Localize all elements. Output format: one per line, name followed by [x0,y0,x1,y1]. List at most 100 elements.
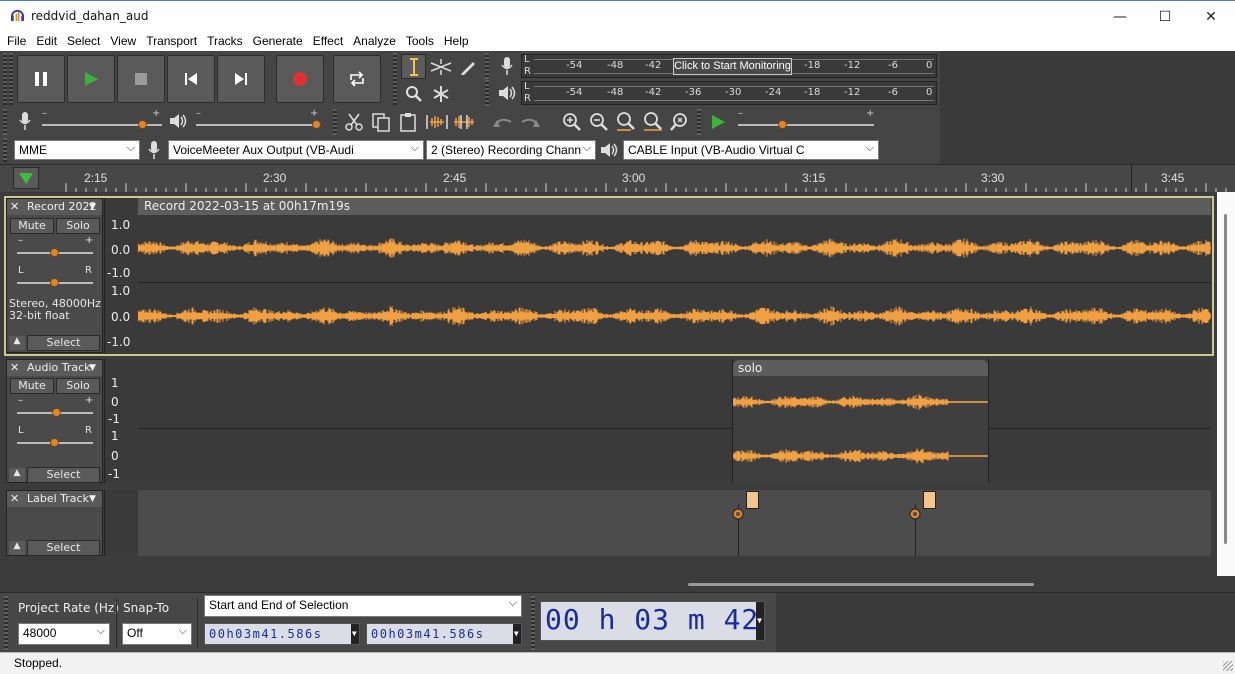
label-marker-icon[interactable] [731,506,745,522]
paste-button[interactable] [395,109,420,134]
collapse-track-icon[interactable]: ▲ [9,468,25,482]
close-button[interactable]: ✕ [1188,1,1234,32]
record-track-name-button[interactable]: Record 2022 ✕ ▼ [7,199,102,215]
stop-button[interactable] [117,55,165,103]
silence-button[interactable] [451,109,476,134]
chevron-down-icon[interactable]: ▼ [351,624,359,644]
edit-grip[interactable] [333,109,337,135]
undo-button[interactable] [490,109,515,134]
play-button[interactable] [67,55,115,103]
playback-device-select[interactable]: CABLE Input (VB-Audio Virtual C ⌵ [623,140,879,160]
draw-tool-button[interactable] [455,54,480,79]
label-text-box[interactable] [746,491,759,509]
label-text-box[interactable] [923,491,936,509]
zoom-toggle-button[interactable] [667,109,692,134]
play-at-speed-button[interactable] [705,109,730,134]
recording-meter[interactable]: L R -54 -48 -42 -18 -12 -6 0 Click to St… [521,54,937,78]
label-track-area[interactable] [138,490,1211,556]
selection-mode-select[interactable]: Start and End of Selection ⌵ [204,595,522,617]
menu-edit[interactable]: Edit [31,34,62,48]
trim-button[interactable] [424,109,449,134]
selection-grip[interactable] [4,596,8,650]
horizontal-scroll-thumb[interactable] [688,583,1034,586]
play-meter-button[interactable] [494,80,519,105]
selection-end-time[interactable]: 00h03m41.586s ▼ [366,623,522,645]
tools-grip[interactable] [393,53,397,105]
zoom-out-button[interactable] [586,109,611,134]
selection-tool-button[interactable] [401,54,426,79]
rec-meter-grip[interactable] [485,53,489,79]
skip-to-start-button[interactable] [167,55,215,103]
collapse-track-icon[interactable]: ▲ [9,541,25,555]
minimize-button[interactable]: — [1097,1,1143,32]
click-to-start-monitoring[interactable]: Click to Start Monitoring [673,58,792,75]
audio-select-button[interactable]: Select [27,467,100,483]
fit-selection-button[interactable] [613,109,638,134]
fit-project-button[interactable] [640,109,665,134]
track-menu-icon[interactable]: ▼ [89,199,96,215]
audio-track-name-button[interactable]: Audio Track ✕ ▼ [7,360,102,376]
copy-button[interactable] [368,109,393,134]
playback-volume-slider[interactable]: – + [196,108,321,129]
time-toolbar-grip[interactable] [531,596,535,650]
selection-start-time[interactable]: 00h03m41.586s ▼ [204,623,360,645]
resize-grip-icon[interactable] [1223,661,1233,671]
recording-volume-slider[interactable]: – + [42,108,162,129]
label-select-button[interactable]: Select [27,540,100,556]
chevron-down-icon[interactable]: ▼ [756,602,764,640]
pause-button[interactable] [17,55,65,103]
playback-meter[interactable]: L R -54 -48 -42 -36 -30 -24 -18 -12 -6 0 [521,81,937,105]
vertical-scroll-thumb[interactable] [1224,214,1227,544]
track-menu-icon[interactable]: ▼ [89,360,96,376]
zoom-tool-button[interactable] [401,81,426,106]
track-menu-icon[interactable]: ▼ [89,491,96,507]
label-track-name-button[interactable]: Label Track ✕ ▼ [7,491,102,507]
zoom-in-button[interactable] [559,109,584,134]
project-rate-select[interactable]: 48000 ⌵ [18,623,110,645]
vertical-scrollbar[interactable] [1217,192,1235,576]
play-meter-grip[interactable] [485,80,489,106]
record-select-button[interactable]: Select [27,335,100,351]
multi-tool-button[interactable] [428,81,453,106]
close-track-icon[interactable]: ✕ [10,199,19,215]
record-mute-button[interactable]: Mute [10,218,54,234]
device-grip[interactable] [3,138,7,162]
rec-meter-button[interactable] [494,53,519,78]
collapse-track-icon[interactable]: ▲ [9,336,25,350]
mixer-grip[interactable] [3,109,7,135]
record-clip-title[interactable]: Record 2022-03-15 at 00h17m19s [138,198,1211,215]
recording-channels-select[interactable]: 2 (Stereo) Recording Chann ⌵ [426,140,596,160]
audio-mute-button[interactable]: Mute [10,378,54,394]
record-clip[interactable]: Record 2022-03-15 at 00h17m19s [138,198,1211,353]
audio-track-area[interactable]: solo [138,359,1211,483]
menu-analyze[interactable]: Analyze [348,34,401,48]
audio-solo-button[interactable]: Solo [56,378,100,394]
playback-speed-knob[interactable] [778,120,787,129]
maximize-button[interactable]: ☐ [1142,1,1188,32]
record-pan-slider[interactable] [50,278,59,287]
menu-generate[interactable]: Generate [248,34,308,48]
audio-host-select[interactable]: MME ⌵ [14,140,140,160]
menu-transport[interactable]: Transport [141,34,202,48]
chevron-down-icon[interactable]: ▼ [513,624,521,644]
audio-pan-slider[interactable] [50,438,59,447]
menu-view[interactable]: View [105,34,141,48]
menu-effect[interactable]: Effect [308,34,348,48]
recording-device-select[interactable]: VoiceMeeter Aux Output (VB-Audi ⌵ [168,140,424,160]
horizontal-scrollbar[interactable] [0,576,1235,592]
menu-tools[interactable]: Tools [401,34,439,48]
loop-button[interactable] [333,55,381,103]
record-solo-button[interactable]: Solo [56,218,100,234]
transport-grip[interactable] [3,53,7,105]
redo-button[interactable] [517,109,542,134]
record-gain-slider[interactable] [50,248,59,257]
close-track-icon[interactable]: ✕ [10,491,19,507]
audio-position-display[interactable]: 00 h 03 m 42 s ▼ [540,601,794,641]
solo-clip[interactable]: solo [732,359,989,483]
snap-to-select[interactable]: Off ⌵ [122,623,192,645]
transport-grip-2[interactable] [9,53,13,105]
record-vertical-ruler[interactable]: 1.0 0.0 -1.0 1.0 0.0 -1.0 [104,198,137,353]
menu-file[interactable]: File [2,34,31,48]
play-at-speed-grip[interactable] [697,109,701,135]
envelope-tool-button[interactable] [428,54,453,79]
